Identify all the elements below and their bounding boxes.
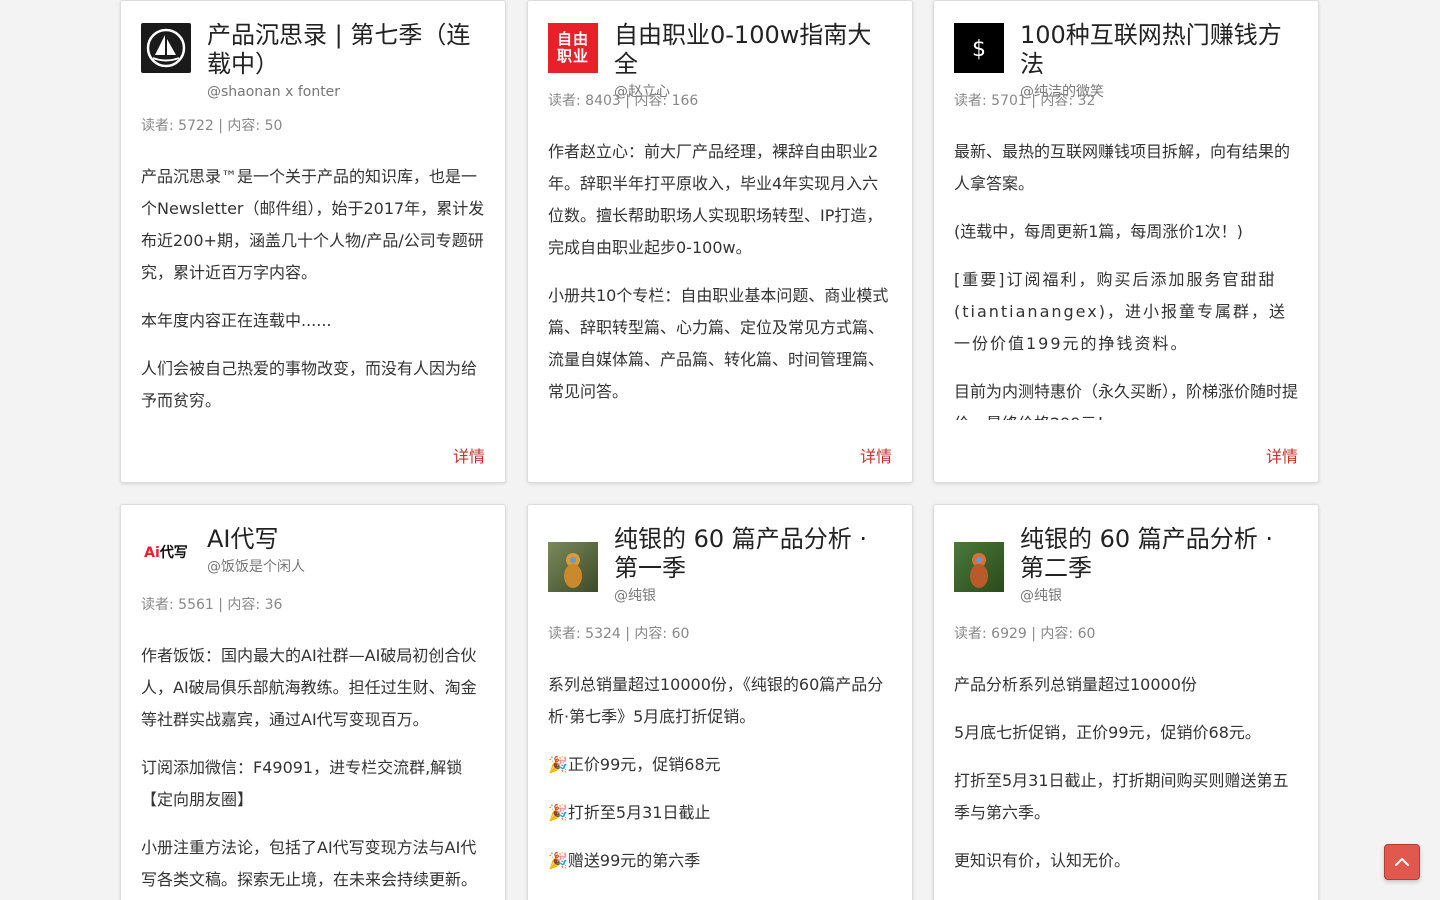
card-author: @纯银: [1020, 588, 1062, 604]
details-link[interactable]: 详情: [453, 447, 485, 467]
desc-paragraph: [重要]订阅福利，购买后添加服务官甜甜(tiantianangex)，进小报童专…: [954, 270, 1287, 353]
desc-paragraph: 5月底七折促销，正价99元，促销价68元。: [954, 723, 1261, 742]
desc-paragraph: 作者赵立心：前大厂产品经理，裸辞自由职业2年。辞职半年打平原收入，毕业4年实现月…: [548, 142, 883, 257]
ai-writing-logo-icon: Ai代写: [141, 527, 191, 577]
card-stats: 读者: 5561 | 内容: 36: [141, 597, 283, 613]
card-description: 作者饭饭：国内最大的AI社群—AI破局初创合伙人，AI破局俱乐部航海教练。担任过…: [141, 640, 485, 900]
desc-paragraph: 打折至5月31日截止，打折期间购买则赠送第五季与第六季。: [954, 771, 1289, 822]
card-author: @饭饭是个闲人: [207, 559, 305, 575]
monkey-photo-icon: [954, 542, 1004, 592]
card-title[interactable]: 纯银的 60 篇产品分析 · 第一季: [614, 525, 892, 583]
card-title[interactable]: 纯银的 60 篇产品分析 · 第二季: [1020, 525, 1298, 583]
scroll-to-top-button[interactable]: [1384, 844, 1420, 880]
desc-paragraph: 小册共10个专栏：自由职业基本问题、商业模式篇、辞职转型篇、心力篇、定位及常见方…: [548, 286, 889, 401]
desc-paragraph: 产品沉思录™是一个关于产品的知识库，也是一个Newsletter（邮件组），始于…: [141, 167, 485, 282]
chevron-up-icon: [1395, 858, 1409, 866]
details-link[interactable]: 详情: [860, 447, 892, 467]
card-stats: 读者: 5324 | 内容: 60: [548, 626, 690, 642]
card-stats: 读者: 6929 | 内容: 60: [954, 626, 1096, 642]
desc-paragraph: 订阅添加微信：F49091，进专栏交流群,解锁【定向朋友圈】: [141, 758, 463, 809]
card-title[interactable]: 产品沉思录 | 第七季（连载中）: [207, 21, 485, 79]
card-author: @shaonan x fonter: [207, 84, 341, 100]
card-description: 最新、最热的互联网赚钱项目拆解，向有结果的人拿答案。 (连载中，每周更新1篇，每…: [954, 136, 1298, 420]
avatar-text: 自由职业: [556, 30, 589, 65]
desc-paragraph: 🎉赠送99元的第六季: [548, 851, 701, 870]
desc-paragraph: 更知识有价，认知无价。: [954, 851, 1131, 870]
column-card[interactable]: 纯银的 60 篇产品分析 · 第一季 @纯银 读者: 5324 | 内容: 60…: [527, 504, 913, 900]
column-card[interactable]: 自由职业 自由职业0-100w指南大全 @赵立心 读者: 8403 | 内容: …: [527, 0, 913, 483]
desc-paragraph: 系列总销量超过10000份，《纯银的60篇产品分析·第七季》5月底打折促销。: [548, 675, 884, 726]
desc-paragraph: 本年度内容正在连载中......: [141, 311, 332, 330]
card-stats: 读者: 8403 | 内容: 166: [548, 93, 699, 109]
card-description: 系列总销量超过10000份，《纯银的60篇产品分析·第七季》5月底打折促销。 🎉…: [548, 669, 892, 900]
desc-paragraph: (连载中，每周更新1篇，每周涨价1次！): [954, 222, 1243, 241]
monkey-photo-icon: [548, 542, 598, 592]
desc-paragraph: 🎉正价99元，促销68元: [548, 755, 721, 774]
freelance-logo-icon: 自由职业: [548, 23, 598, 73]
desc-paragraph: 人们会被自己热爱的事物改变，而没有人因为给予而贫穷。: [141, 359, 478, 410]
svg-text:$: $: [972, 37, 986, 62]
avatar-text-daixie: 代写: [159, 545, 188, 561]
avatar-text-ai: Ai: [144, 545, 160, 561]
dollar-icon: $: [954, 23, 1004, 73]
card-stats: 读者: 5722 | 内容: 50: [141, 118, 283, 134]
desc-paragraph: 🎉打折至5月31日截止: [548, 803, 711, 822]
card-title[interactable]: AI代写: [207, 525, 485, 554]
sailboat-logo-icon: [141, 23, 191, 73]
desc-paragraph: 作者饭饭：国内最大的AI社群—AI破局初创合伙人，AI破局俱乐部航海教练。担任过…: [141, 646, 477, 729]
desc-paragraph: 目前为内测特惠价（永久买断），阶梯涨价随时提价，最终价格299元！: [954, 382, 1298, 420]
column-card[interactable]: 产品沉思录 | 第七季（连载中） @shaonan x fonter 读者: 5…: [120, 0, 506, 483]
desc-paragraph: 产品分析系列总销量超过10000份: [954, 675, 1197, 694]
card-description: 产品沉思录™是一个关于产品的知识库，也是一个Newsletter（邮件组），始于…: [141, 161, 485, 421]
card-title[interactable]: 100种互联网热门赚钱方法: [1020, 21, 1298, 79]
desc-paragraph: 最新、最热的互联网赚钱项目拆解，向有结果的人拿答案。: [954, 142, 1291, 193]
card-author: @纯银: [614, 588, 656, 604]
desc-paragraph: 小册注重方法论，包括了AI代写变现方法与AI代写各类文稿。探索无止境，在未来会持…: [141, 838, 478, 889]
column-card[interactable]: Ai代写 AI代写 @饭饭是个闲人 读者: 5561 | 内容: 36 作者饭饭…: [120, 504, 506, 900]
card-stats: 读者: 5701 | 内容: 32: [954, 93, 1096, 109]
column-card[interactable]: $ 100种互联网热门赚钱方法 @纯洁的微笑 读者: 5701 | 内容: 32…: [933, 0, 1319, 483]
card-description: 作者赵立心：前大厂产品经理，裸辞自由职业2年。辞职半年打平原收入，毕业4年实现月…: [548, 136, 892, 421]
column-card[interactable]: 纯银的 60 篇产品分析 · 第二季 @纯银 读者: 6929 | 内容: 60…: [933, 504, 1319, 900]
card-title[interactable]: 自由职业0-100w指南大全: [614, 21, 892, 79]
card-description: 产品分析系列总销量超过10000份 5月底七折促销，正价99元，促销价68元。 …: [954, 669, 1298, 900]
details-link[interactable]: 详情: [1266, 447, 1298, 467]
